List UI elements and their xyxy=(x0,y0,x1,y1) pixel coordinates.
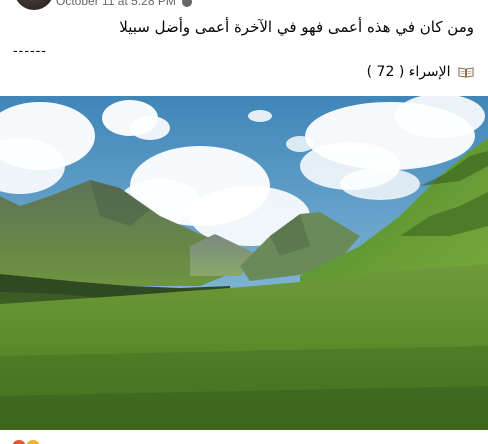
post-header: October 11 at 5:28 PM xyxy=(0,0,488,12)
avatar[interactable] xyxy=(14,0,54,10)
post-meta: October 11 at 5:28 PM xyxy=(56,0,193,8)
verse-line: ومن كان في هذه أعمى فهو في الآخرة أعمى و… xyxy=(119,18,474,36)
verse-source-label: الإسراء ( 72 ) xyxy=(366,64,451,80)
verse-source: الإسراء ( 72 ) xyxy=(367,64,474,80)
wow-icon xyxy=(24,438,42,444)
globe-icon[interactable] xyxy=(182,0,193,7)
post-text: ومن كان في هذه أعمى فهو في الآخرة أعمى و… xyxy=(14,16,474,38)
post-timestamp[interactable]: October 11 at 5:28 PM xyxy=(56,0,176,8)
open-book-icon xyxy=(458,66,474,78)
landscape-photo[interactable] xyxy=(0,96,488,430)
separator: ------ xyxy=(13,42,47,58)
